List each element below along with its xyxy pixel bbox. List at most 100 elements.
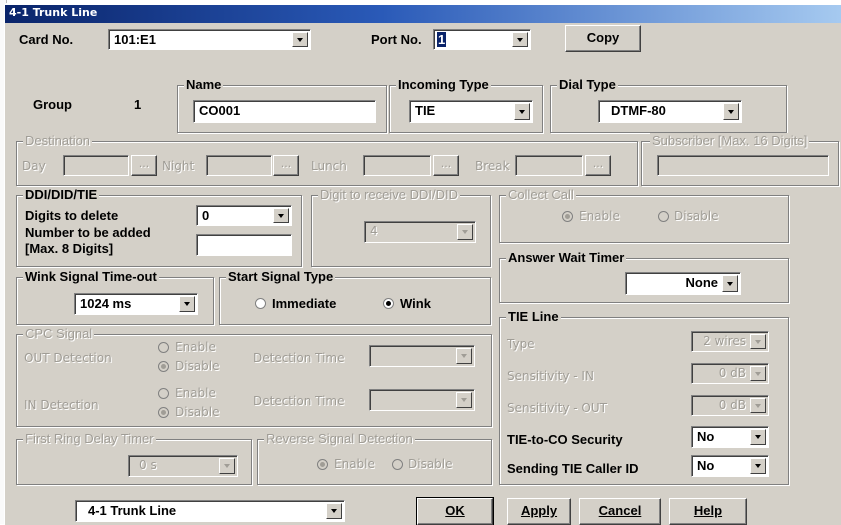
collect-call-disable-radio[interactable]: [658, 211, 669, 222]
digits-to-delete-label: Digits to delete: [25, 208, 119, 223]
browse-label: ...: [138, 157, 150, 170]
incoming-type-label: Incoming Type: [396, 77, 491, 92]
out-disable-radio[interactable]: [158, 361, 169, 372]
answer-wait-label: Answer Wait Timer: [506, 250, 627, 265]
dial-type-select[interactable]: DTMF-80: [598, 100, 742, 123]
reverse-disable-radio[interactable]: [392, 459, 403, 470]
chevron-down-icon[interactable]: [273, 208, 289, 223]
night-browse-button[interactable]: ...: [273, 155, 299, 176]
chevron-down-icon[interactable]: [456, 392, 472, 408]
sens-out-select[interactable]: 0 dB: [691, 395, 769, 416]
card-no-select[interactable]: 101:E1: [108, 29, 311, 50]
port-no-select[interactable]: 1: [433, 29, 531, 50]
chevron-down-icon[interactable]: [179, 296, 195, 312]
number-added-input[interactable]: [196, 234, 292, 256]
subscriber-label: Subscriber [Max. 16 Digits]: [650, 133, 810, 148]
chevron-down-icon[interactable]: [750, 334, 766, 349]
chevron-down-icon[interactable]: [457, 224, 473, 240]
subscriber-input[interactable]: [657, 155, 829, 176]
dial-type-value: DTMF-80: [611, 103, 666, 118]
chevron-down-icon[interactable]: [750, 366, 766, 381]
apply-button[interactable]: Apply: [507, 498, 571, 525]
copy-button[interactable]: Copy: [565, 25, 641, 52]
answer-wait-select[interactable]: None: [625, 272, 741, 295]
tie-security-select[interactable]: No: [691, 426, 769, 448]
copy-button-label: Copy: [586, 30, 620, 45]
chevron-down-icon[interactable]: [326, 503, 342, 519]
cancel-button-label: Cancel: [598, 503, 642, 518]
reverse-enable-radio[interactable]: [317, 459, 328, 470]
in-disable-label: Disable: [175, 405, 220, 419]
chevron-down-icon[interactable]: [456, 348, 472, 364]
in-detection-time-label: Detection Time: [253, 394, 345, 408]
tie-line-label: TIE Line: [506, 309, 561, 324]
card-no-value: 101:E1: [114, 32, 156, 47]
start-signal-wink-label: Wink: [400, 296, 431, 311]
digits-to-delete-select[interactable]: 0: [196, 205, 292, 226]
day-label: Day: [22, 159, 46, 173]
group-value: 1: [134, 97, 142, 112]
chevron-down-icon[interactable]: [512, 32, 528, 47]
in-disable-radio[interactable]: [158, 407, 169, 418]
tie-caller-id-select[interactable]: No: [691, 455, 769, 477]
number-added-label-2: [Max. 8 Digits]: [25, 241, 114, 256]
chevron-down-icon[interactable]: [750, 458, 766, 474]
out-enable-radio[interactable]: [158, 342, 169, 353]
lunch-browse-button[interactable]: ...: [433, 155, 459, 176]
collect-call-disable-label: Disable: [674, 209, 719, 223]
reverse-disable-label: Disable: [408, 457, 453, 471]
title-bar: 4-1 Trunk Line: [5, 5, 841, 23]
help-button[interactable]: Help: [669, 498, 747, 525]
chevron-down-icon[interactable]: [723, 103, 739, 120]
wink-timeout-select[interactable]: 1024 ms: [74, 293, 198, 315]
cancel-button[interactable]: Cancel: [579, 498, 661, 525]
start-signal-wink-radio[interactable]: [383, 298, 394, 309]
chevron-down-icon[interactable]: [750, 398, 766, 413]
reverse-signal-label: Reverse Signal Detection: [264, 431, 415, 446]
night-input[interactable]: [206, 155, 272, 176]
chevron-down-icon[interactable]: [219, 458, 235, 474]
trunk-line-dialog: 4-1 Trunk Line Card No. 101:E1 Port No. …: [4, 4, 841, 525]
dial-type-label: Dial Type: [557, 77, 618, 92]
tie-type-select[interactable]: 2 wires: [691, 331, 769, 352]
day-browse-button[interactable]: ...: [131, 155, 157, 176]
start-signal-label: Start Signal Type: [226, 269, 336, 284]
day-input[interactable]: [63, 155, 129, 176]
port-no-label: Port No.: [371, 32, 422, 47]
in-detection-time-select[interactable]: [369, 389, 475, 411]
sens-in-label: Sensitivity - IN: [507, 369, 594, 383]
out-disable-label: Disable: [175, 359, 220, 373]
collect-call-enable-radio[interactable]: [562, 211, 573, 222]
tie-security-label: TIE-to-CO Security: [507, 432, 623, 447]
window-title: 4-1 Trunk Line: [9, 6, 98, 19]
start-signal-immediate-label: Immediate: [272, 296, 337, 311]
digit-receive-select[interactable]: 4: [364, 221, 476, 243]
tie-caller-id-value: No: [697, 458, 715, 473]
out-detection-time-select[interactable]: [369, 345, 475, 367]
first-ring-select[interactable]: 0 s: [128, 455, 238, 477]
port-no-value: 1: [437, 32, 447, 47]
start-signal-immediate-radio[interactable]: [255, 298, 266, 309]
ok-button-label: OK: [445, 503, 465, 518]
break-browse-button[interactable]: ...: [585, 155, 611, 176]
collect-call-enable-label: Enable: [579, 209, 620, 223]
tie-type-label: Type: [507, 337, 535, 351]
chevron-down-icon[interactable]: [750, 429, 766, 445]
chevron-down-icon[interactable]: [292, 32, 308, 47]
break-label: Break: [475, 159, 510, 173]
tie-security-value: No: [697, 429, 715, 444]
name-value: CO001: [199, 103, 241, 118]
break-input[interactable]: [515, 155, 583, 176]
tie-type-value: 2 wires: [703, 334, 746, 348]
sens-in-select[interactable]: 0 dB: [691, 363, 769, 384]
lunch-input[interactable]: [363, 155, 431, 176]
in-enable-radio[interactable]: [158, 388, 169, 399]
incoming-type-select[interactable]: TIE: [409, 100, 533, 123]
port-no-value-wrap: 1: [437, 32, 447, 47]
chevron-down-icon[interactable]: [722, 275, 738, 292]
lunch-label: Lunch: [311, 159, 347, 173]
ok-button[interactable]: OK: [416, 497, 494, 525]
screen-select[interactable]: 4-1 Trunk Line: [75, 500, 345, 522]
chevron-down-icon[interactable]: [514, 103, 530, 120]
name-input[interactable]: CO001: [193, 100, 376, 123]
